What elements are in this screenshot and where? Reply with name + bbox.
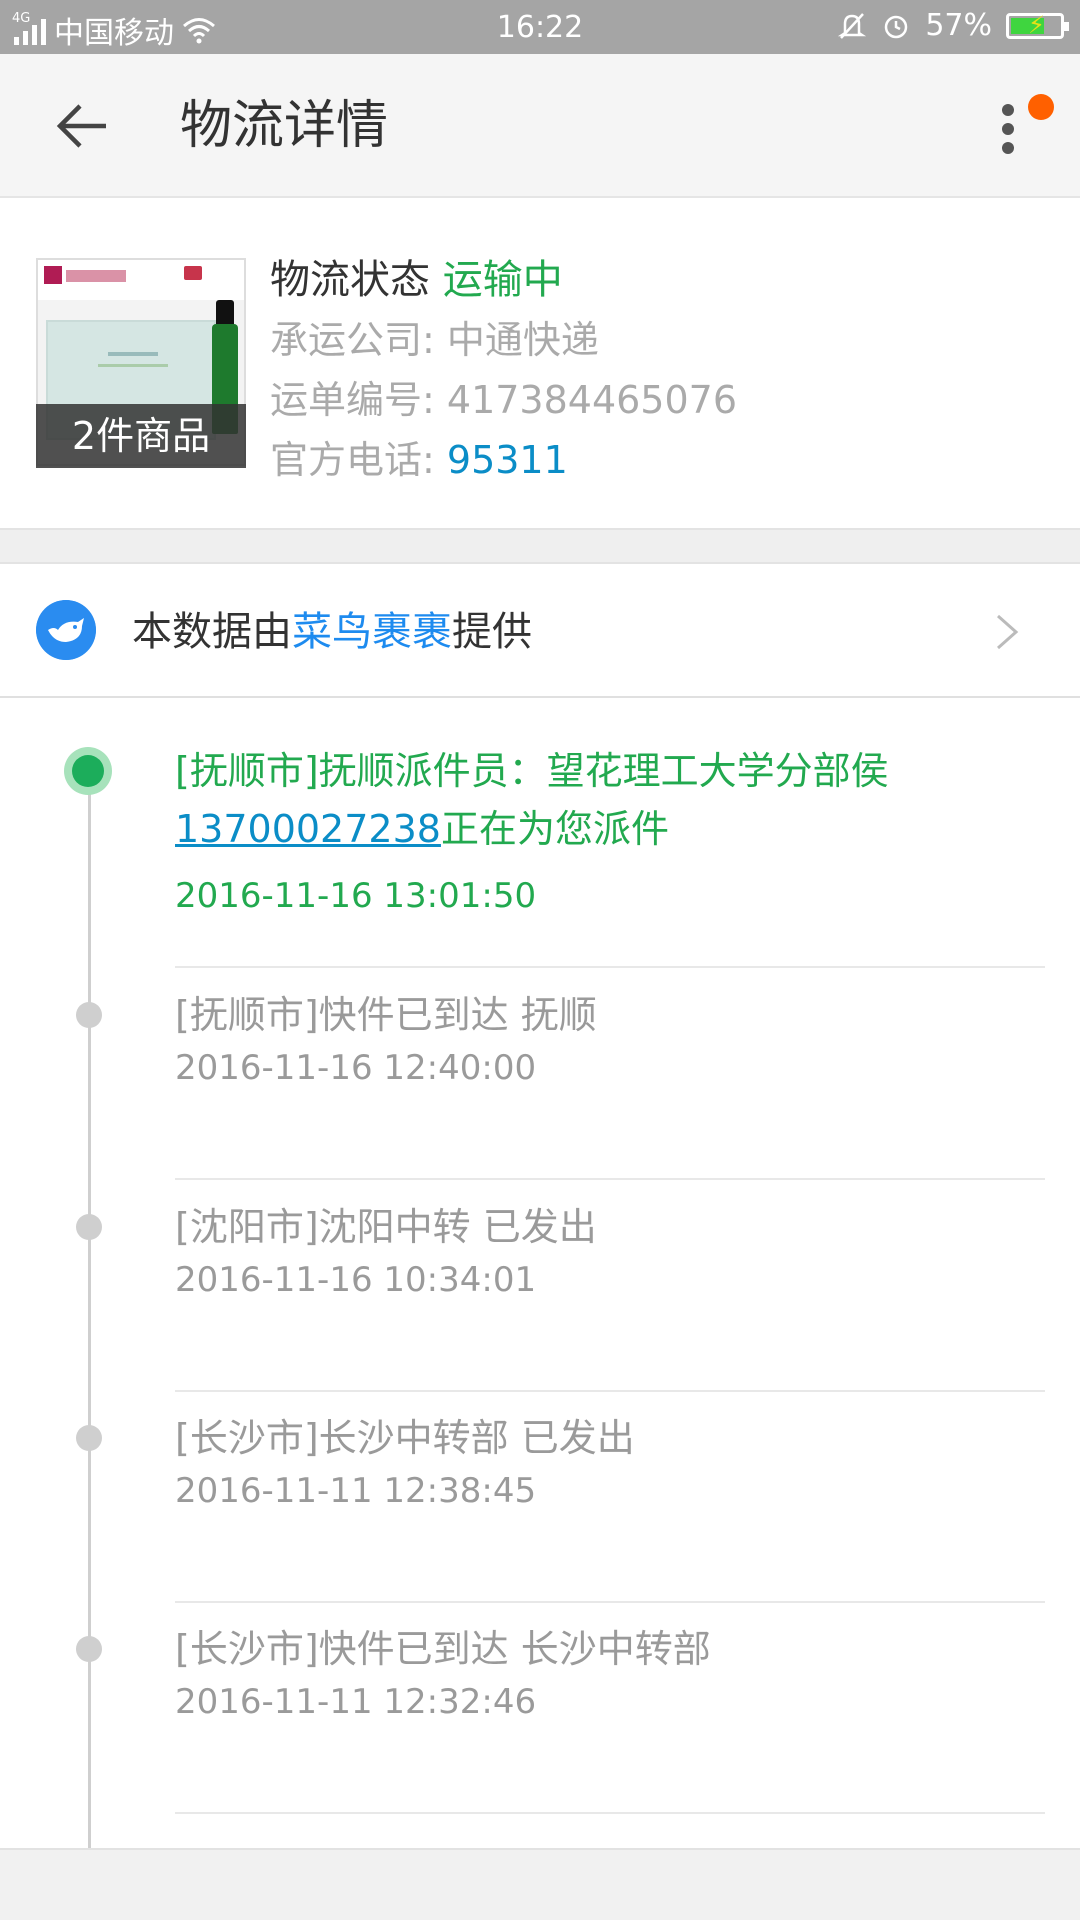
battery-percent: 57%: [925, 8, 992, 43]
source-suffix: 提供: [452, 609, 532, 655]
brand-logo: [44, 266, 62, 284]
bottom-bar: [0, 1848, 1080, 1920]
data-source-text: 本数据由菜鸟裹裹提供: [132, 602, 532, 662]
logistics-info-card: 物流状态 运输中 承运公司: 中通快递 运单编号: 417384465076 官…: [0, 198, 1080, 528]
logistics-details: 物流状态 运输中 承运公司: 中通快递 运单编号: 417384465076 官…: [270, 250, 737, 490]
courier-phone-link[interactable]: 13700027238: [175, 807, 441, 851]
event-time: 2016-11-11 12:32:46: [175, 1682, 537, 1722]
event-description: [抚顺市]抚顺派件员：望花理工大学分部侯 13700027238正在为您派件: [175, 742, 1035, 858]
event-text-before: [抚顺市]抚顺派件员：望花理工大学分部侯: [175, 749, 889, 793]
battery-icon: ⚡: [1006, 11, 1069, 39]
data-source-row[interactable]: 本数据由菜鸟裹裹提供: [0, 564, 1080, 698]
event-separator: [175, 1178, 1045, 1180]
cainiao-bird-icon: [36, 600, 96, 660]
status-value: 运输中: [442, 257, 563, 303]
waybill-label: 运单编号:: [270, 378, 447, 422]
event-time: 2016-11-16 12:40:00: [175, 1048, 537, 1088]
item-count-label: 2件商品: [36, 404, 246, 468]
waybill-row: 运单编号: 417384465076: [270, 370, 737, 430]
phone-label: 官方电话:: [270, 438, 447, 482]
phone-row: 官方电话: 95311: [270, 430, 737, 490]
event-text-after: 正在为您派件: [440, 807, 669, 851]
carrier-row: 承运公司: 中通快递: [270, 310, 737, 370]
alarm-icon: [885, 15, 908, 38]
event-description: [长沙市]长沙中转部 已发出: [175, 1416, 635, 1460]
source-prefix: 本数据由: [132, 609, 292, 655]
carrier-value: 中通快递: [446, 318, 599, 362]
notification-badge: [1028, 94, 1054, 120]
back-arrow-icon[interactable]: [52, 96, 112, 156]
timeline-dot-active: [64, 747, 112, 795]
timeline-dot: [76, 1636, 102, 1662]
status-right: 57% ⚡: [837, 8, 1069, 43]
timeline-dot: [76, 1002, 102, 1028]
official-phone-link[interactable]: 95311: [447, 438, 568, 482]
page-title: 物流详情: [180, 96, 389, 156]
event-time: 2016-11-11 12:38:45: [175, 1471, 537, 1511]
section-divider: [0, 528, 1080, 564]
timeline-line: [88, 770, 91, 1920]
status-bar: 4G 中国移动 16:22 57% ⚡: [0, 0, 1080, 54]
more-dots-icon: [1002, 104, 1014, 116]
waybill-number: 417384465076: [446, 378, 738, 422]
timeline-dot: [76, 1425, 102, 1451]
event-separator: [175, 1601, 1045, 1603]
timeline-dot: [76, 1214, 102, 1240]
event-time: 2016-11-16 10:34:01: [175, 1260, 537, 1300]
app-bar: 物流详情: [0, 54, 1080, 198]
event-separator: [175, 966, 1045, 968]
event-description: [长沙市]快件已到达 长沙中转部: [175, 1627, 711, 1671]
event-separator: [175, 1812, 1045, 1814]
tracking-timeline: [抚顺市]抚顺派件员：望花理工大学分部侯 13700027238正在为您派件 20…: [0, 698, 1080, 1920]
carrier-label: 承运公司:: [270, 318, 447, 362]
status-row: 物流状态 运输中: [270, 250, 737, 310]
bell-muted-icon: [838, 12, 867, 39]
status-label: 物流状态: [270, 257, 430, 303]
event-description: [沈阳市]沈阳中转 已发出: [175, 1205, 597, 1249]
event-separator: [175, 1390, 1045, 1392]
source-provider[interactable]: 菜鸟裹裹: [292, 609, 452, 655]
event-time: 2016-11-16 13:01:50: [175, 876, 537, 916]
event-description: [抚顺市]快件已到达 抚顺: [175, 993, 597, 1037]
more-menu-button[interactable]: [990, 94, 1070, 164]
chevron-right-icon: [997, 614, 1019, 650]
